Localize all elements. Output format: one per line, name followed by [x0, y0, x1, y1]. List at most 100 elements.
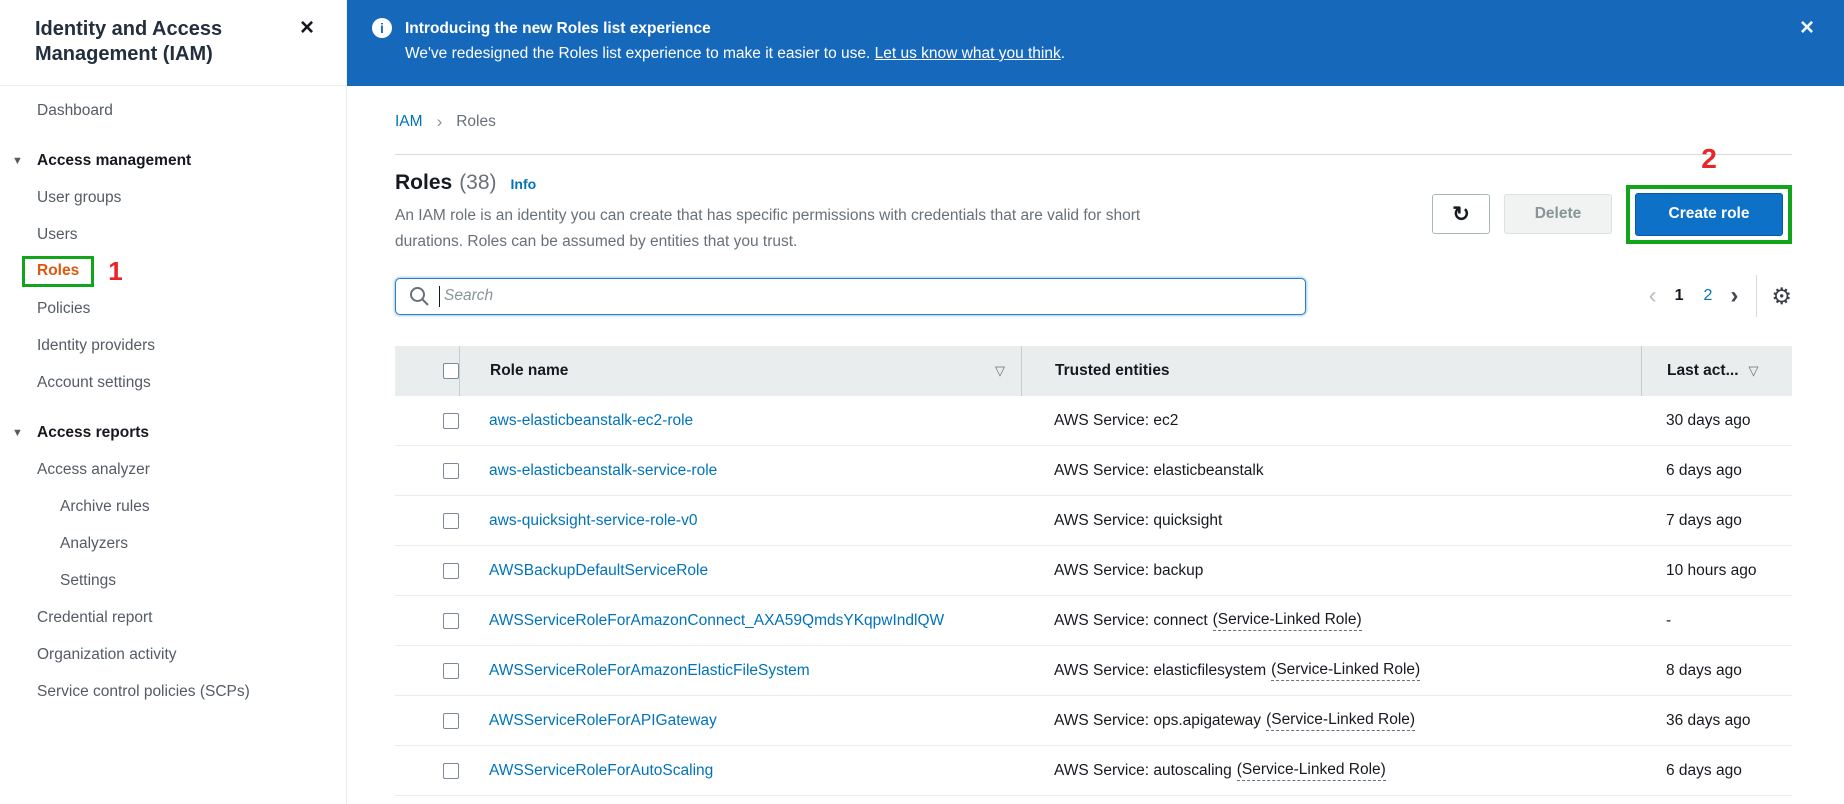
- last-activity-text: 10 hours ago: [1666, 561, 1757, 579]
- last-activity-text: 6 days ago: [1666, 761, 1742, 779]
- annotation-number-1: 1: [108, 256, 123, 286]
- row-checkbox[interactable]: [443, 662, 459, 679]
- gear-icon[interactable]: ⚙: [1771, 283, 1792, 310]
- trusted-entity-text: AWS Service: autoscaling: [1054, 761, 1232, 779]
- page-title: Roles: [395, 171, 453, 194]
- pagination-divider: [1756, 275, 1758, 317]
- roles-count: (38): [459, 171, 497, 194]
- section-collapse-icon[interactable]: ▼: [12, 155, 37, 167]
- table-row: AWSServiceRoleForAmazonConnect_AXA59Qmds…: [395, 596, 1792, 646]
- trusted-entity-text: AWS Service: quicksight: [1054, 511, 1223, 529]
- info-flashbar: i Introducing the new Roles list experie…: [347, 0, 1844, 86]
- flashbar-message: We've redesigned the Roles list experien…: [405, 45, 1066, 62]
- trusted-entity-text: AWS Service: backup: [1054, 561, 1204, 579]
- last-activity-text: 36 days ago: [1666, 711, 1751, 729]
- flashbar-close-icon[interactable]: ×: [1800, 14, 1814, 42]
- table-row: AWSBackupDefaultServiceRole AWS Service:…: [395, 546, 1792, 596]
- sidebar-item-user-groups[interactable]: User groups: [0, 179, 346, 216]
- role-name-link[interactable]: AWSServiceRoleForAmazonElasticFileSystem: [489, 662, 810, 680]
- annotation-box-step1: Roles: [22, 256, 95, 287]
- sidebar-item-dashboard[interactable]: Dashboard: [0, 92, 346, 129]
- breadcrumb: IAM › Roles: [395, 112, 1792, 132]
- sort-icon[interactable]: ▽: [995, 363, 1005, 379]
- role-name-link[interactable]: aws-quicksight-service-role-v0: [489, 512, 697, 530]
- table-row: aws-elasticbeanstalk-ec2-role AWS Servic…: [395, 396, 1792, 446]
- sidebar-item-credential-report[interactable]: Credential report: [0, 599, 346, 636]
- role-name-link[interactable]: AWSServiceRoleForAPIGateway: [489, 712, 717, 730]
- annotation-box-step2: 2 Create role: [1626, 143, 1792, 244]
- info-icon: i: [372, 18, 392, 38]
- sidebar-item-access-analyzer[interactable]: Access analyzer: [0, 451, 346, 488]
- table-row: AWSServiceRoleForAPIGateway AWS Service:…: [395, 696, 1792, 746]
- info-link[interactable]: Info: [511, 176, 537, 192]
- row-checkbox[interactable]: [443, 412, 459, 429]
- select-all-checkbox[interactable]: [443, 363, 459, 379]
- service-linked-role-label[interactable]: (Service-Linked Role): [1271, 661, 1421, 681]
- header-divider: [395, 154, 1792, 155]
- flashbar-title: Introducing the new Roles list experienc…: [405, 20, 711, 37]
- role-name-link[interactable]: aws-elasticbeanstalk-service-role: [489, 462, 717, 480]
- row-checkbox[interactable]: [443, 712, 459, 729]
- service-linked-role-label[interactable]: (Service-Linked Role): [1236, 761, 1386, 781]
- iam-sidebar: Identity and Access Management (IAM) × D…: [0, 0, 347, 804]
- pagination-next-icon[interactable]: ›: [1722, 284, 1746, 308]
- service-linked-role-label[interactable]: (Service-Linked Role): [1212, 611, 1362, 631]
- pagination-page-1[interactable]: 1: [1675, 287, 1684, 305]
- sidebar-item-settings[interactable]: Settings: [0, 562, 346, 599]
- table-row: AWSServiceRoleForAmazonElasticFileSystem…: [395, 646, 1792, 696]
- breadcrumb-separator-icon: ›: [436, 112, 443, 131]
- sidebar-item-roles[interactable]: Roles 1: [0, 253, 346, 290]
- column-header-trusted-entities: Trusted entities: [1021, 346, 1641, 396]
- trusted-entity-text: AWS Service: elasticfilesystem: [1054, 661, 1267, 679]
- row-checkbox[interactable]: [443, 612, 459, 629]
- sidebar-item-identity-providers[interactable]: Identity providers: [0, 327, 346, 364]
- service-linked-role-label[interactable]: (Service-Linked Role): [1266, 711, 1416, 731]
- column-header-role-name[interactable]: Role name ▽: [459, 346, 1021, 396]
- sidebar-item-archive-rules[interactable]: Archive rules: [0, 488, 346, 525]
- annotation-number-2: 2: [1701, 142, 1717, 174]
- sidebar-item-organization-activity[interactable]: Organization activity: [0, 636, 346, 673]
- section-collapse-icon[interactable]: ▼: [12, 427, 37, 439]
- role-name-link[interactable]: AWSServiceRoleForAutoScaling: [489, 762, 713, 780]
- sidebar-title: Identity and Access Management (IAM): [35, 18, 223, 65]
- search-icon: [410, 286, 429, 306]
- breadcrumb-current: Roles: [456, 113, 496, 130]
- table-row: AWSServiceRoleForAutoScaling AWS Service…: [395, 746, 1792, 796]
- sidebar-item-analyzers[interactable]: Analyzers: [0, 525, 346, 562]
- breadcrumb-iam-link[interactable]: IAM: [395, 113, 423, 131]
- pagination: ‹ 1 2 › ⚙: [1641, 275, 1792, 317]
- refresh-button[interactable]: ↻: [1432, 194, 1490, 234]
- sidebar-item-scps[interactable]: Service control policies (SCPs): [0, 673, 346, 710]
- sidebar-section-access-management[interactable]: ▼ Access management: [0, 142, 346, 179]
- sidebar-item-policies[interactable]: Policies: [0, 290, 346, 327]
- sidebar-item-account-settings[interactable]: Account settings: [0, 364, 346, 401]
- last-activity-text: 7 days ago: [1666, 511, 1742, 529]
- column-header-last-activity[interactable]: Last act... ▽: [1641, 346, 1792, 396]
- role-name-link[interactable]: AWSServiceRoleForAmazonConnect_AXA59Qmds…: [489, 612, 944, 630]
- pagination-page-2[interactable]: 2: [1703, 287, 1712, 305]
- last-activity-text: -: [1666, 611, 1672, 629]
- row-checkbox[interactable]: [443, 562, 459, 579]
- page-description: An IAM role is an identity you can creat…: [395, 207, 1141, 250]
- sidebar-section-access-reports[interactable]: ▼ Access reports: [0, 414, 346, 451]
- last-activity-text: 6 days ago: [1666, 461, 1742, 479]
- row-checkbox[interactable]: [443, 462, 459, 479]
- sidebar-close-icon[interactable]: ×: [300, 16, 314, 40]
- role-name-link[interactable]: aws-elasticbeanstalk-ec2-role: [489, 412, 693, 430]
- table-row: aws-elasticbeanstalk-service-role AWS Se…: [395, 446, 1792, 496]
- delete-button[interactable]: Delete: [1504, 194, 1612, 234]
- pagination-prev-icon[interactable]: ‹: [1641, 284, 1665, 308]
- feedback-link[interactable]: Let us know what you think: [875, 45, 1061, 62]
- sort-icon[interactable]: ▽: [1749, 363, 1759, 379]
- row-checkbox[interactable]: [443, 512, 459, 529]
- role-name-link[interactable]: AWSBackupDefaultServiceRole: [489, 562, 708, 580]
- refresh-icon: ↻: [1452, 202, 1470, 226]
- create-role-button[interactable]: Create role: [1635, 192, 1783, 236]
- search-input[interactable]: [395, 277, 1306, 315]
- last-activity-text: 30 days ago: [1666, 411, 1751, 429]
- table-header-row: Role name ▽ Trusted entities Last act...…: [395, 346, 1792, 396]
- row-checkbox[interactable]: [443, 762, 459, 779]
- main-content: IAM › Roles Roles (38) Info An IAM role …: [347, 86, 1844, 804]
- sidebar-item-users[interactable]: Users: [0, 216, 346, 253]
- table-row: aws-quicksight-service-role-v0 AWS Servi…: [395, 496, 1792, 546]
